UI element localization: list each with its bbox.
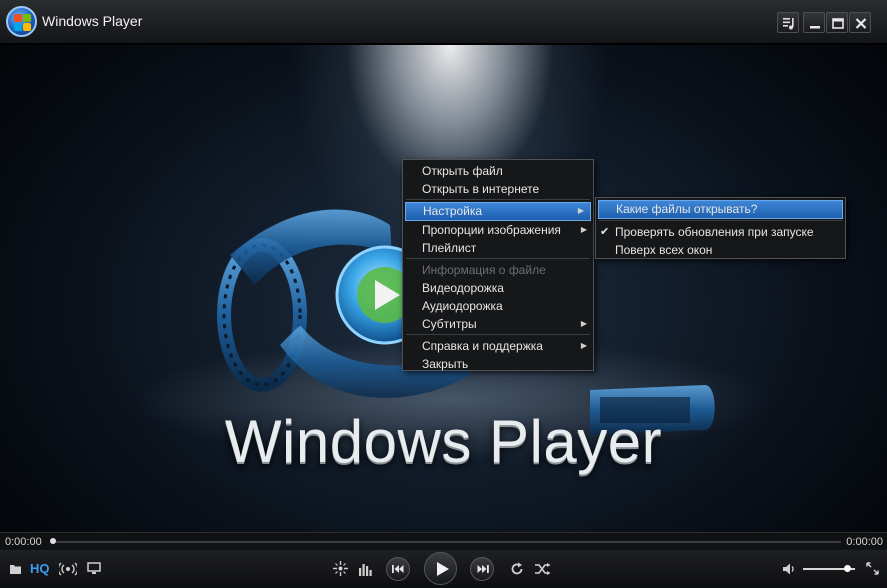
seek-track[interactable]	[52, 541, 841, 543]
shuffle-button[interactable]	[535, 563, 551, 575]
logo-blue-square	[14, 23, 22, 31]
play-icon	[437, 562, 449, 576]
menu-item-settings[interactable]: Настройка ▶	[405, 202, 591, 221]
menu-item-label: Информация о файле	[422, 263, 546, 277]
logo-yellow-square	[23, 23, 31, 31]
logo-red-square	[14, 14, 22, 22]
submenu-arrow-icon: ▶	[580, 341, 587, 350]
checkmark-icon: ✔	[600, 226, 610, 238]
menu-item-video-track[interactable]: Видеодорожка	[403, 279, 593, 297]
hq-toggle[interactable]: HQ	[30, 561, 50, 576]
equalizer-icon	[359, 564, 372, 576]
title-bar[interactable]: Windows Player	[0, 0, 887, 44]
next-icon	[477, 565, 489, 573]
logo-green-square	[23, 14, 31, 22]
minimize-icon	[810, 26, 820, 29]
menu-item-playlist[interactable]: Плейлист	[403, 239, 593, 257]
submenu-arrow-icon: ▶	[580, 225, 587, 234]
settings-submenu: Какие файлы открывать? ✔ Проверять обновл…	[595, 197, 846, 259]
stream-button[interactable]	[59, 562, 77, 576]
menu-item-label: Пропорции изображения	[422, 223, 561, 237]
playlist-button[interactable]	[777, 12, 799, 33]
screen-mode-button[interactable]	[87, 562, 101, 575]
app-logo	[6, 6, 37, 37]
menu-item-audio-track[interactable]: Аудиодорожка	[403, 297, 593, 315]
previous-icon	[392, 565, 404, 573]
brand-wordmark: Windows Player	[224, 408, 663, 475]
submenu-item-check-updates[interactable]: ✔ Проверять обновления при запуске	[596, 223, 845, 241]
maximize-icon	[832, 18, 844, 29]
menu-item-label: Справка и поддержка	[422, 339, 543, 353]
volume-handle[interactable]	[844, 565, 852, 572]
menu-item-close[interactable]: Закрыть	[403, 355, 593, 373]
minimize-button[interactable]	[803, 12, 825, 33]
shuffle-icon	[535, 563, 551, 575]
context-menu: Открыть файл Открыть в интернете Настрой…	[402, 159, 594, 371]
seek-bar[interactable]: 0:00:00 0:00:00	[0, 532, 887, 550]
submenu-item-always-on-top[interactable]: Поверх всех окон	[596, 241, 845, 259]
control-bar: HQ	[0, 550, 887, 588]
menu-item-label: Видеодорожка	[422, 281, 504, 295]
menu-item-label: Проверять обновления при запуске	[615, 225, 814, 239]
window-title: Windows Player	[42, 13, 143, 29]
menu-separator	[406, 199, 590, 200]
fullscreen-button[interactable]	[866, 562, 879, 575]
menu-item-label: Субтитры	[422, 317, 477, 331]
seek-handle[interactable]	[50, 538, 56, 544]
mute-button[interactable]	[782, 562, 796, 576]
menu-item-label: Аудиодорожка	[422, 299, 503, 313]
menu-item-help[interactable]: Справка и поддержка ▶	[403, 337, 593, 355]
submenu-item-file-associations[interactable]: Какие файлы открывать?	[598, 200, 843, 219]
total-time: 0:00:00	[846, 536, 883, 548]
menu-separator	[406, 258, 590, 259]
menu-item-label: Открыть в интернете	[422, 182, 540, 196]
menu-item-aspect-ratio[interactable]: Пропорции изображения ▶	[403, 221, 593, 239]
next-button[interactable]	[470, 557, 494, 581]
playlist-icon	[783, 18, 794, 30]
menu-item-label: Какие файлы открывать?	[616, 202, 758, 216]
menu-item-label: Закрыть	[422, 357, 469, 371]
elapsed-time: 0:00:00	[5, 536, 42, 548]
play-button[interactable]	[424, 552, 457, 585]
equalizer-button[interactable]	[358, 562, 373, 576]
maximize-button[interactable]	[826, 12, 848, 33]
close-button[interactable]	[849, 12, 871, 33]
menu-item-label: Открыть файл	[422, 164, 503, 178]
menu-item-open-url[interactable]: Открыть в интернете	[403, 180, 593, 198]
menu-item-label: Плейлист	[422, 241, 477, 255]
submenu-arrow-icon: ▶	[580, 319, 587, 328]
menu-separator	[406, 334, 590, 335]
menu-item-open-file[interactable]: Открыть файл	[403, 162, 593, 180]
speaker-icon	[783, 563, 794, 575]
broadcast-icon	[59, 562, 77, 576]
previous-button[interactable]	[386, 557, 410, 581]
folder-icon	[10, 565, 21, 574]
repeat-button[interactable]	[510, 562, 524, 576]
menu-item-label: Настройка	[423, 204, 483, 218]
menu-item-file-info: Информация о файле	[403, 261, 593, 279]
close-icon	[855, 18, 867, 29]
menu-item-subtitles[interactable]: Субтитры ▶	[403, 315, 593, 333]
fullscreen-icon	[866, 562, 879, 575]
open-file-button[interactable]	[9, 563, 22, 575]
menu-separator	[599, 220, 842, 221]
menu-item-label: Поверх всех окон	[615, 243, 713, 257]
submenu-arrow-icon: ▶	[577, 206, 584, 215]
effects-button[interactable]	[333, 561, 348, 576]
repeat-icon	[511, 562, 523, 575]
monitor-icon	[87, 562, 101, 574]
crosshair-icon	[333, 561, 348, 576]
